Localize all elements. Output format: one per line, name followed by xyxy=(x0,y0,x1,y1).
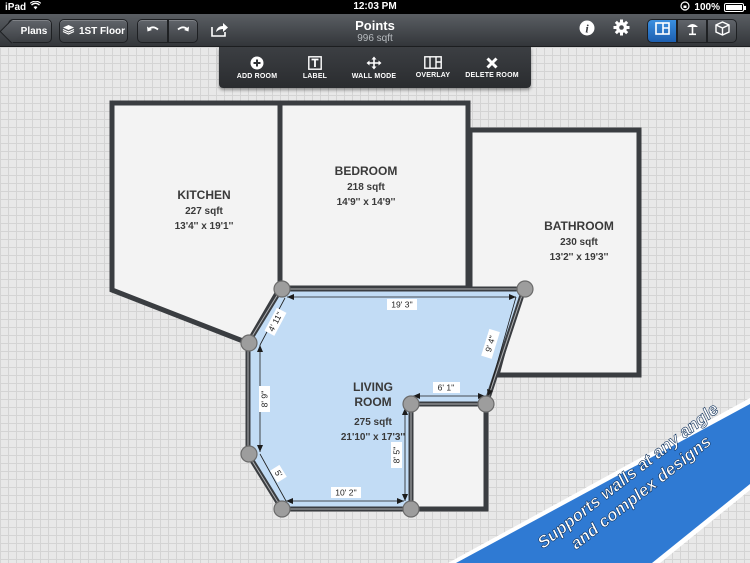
bathroom-area: 230 sqft xyxy=(560,237,598,248)
dim-label-inner-top-group: 6' 1'' xyxy=(433,382,460,393)
dim-label-inner-top: 6' 1'' xyxy=(438,382,455,392)
vertex-handle[interactable] xyxy=(240,334,258,352)
vertex-handle[interactable] xyxy=(402,395,420,413)
overlay-icon xyxy=(424,56,442,69)
overlay-label: OVERLAY xyxy=(415,72,451,79)
kitchen-name: KITCHEN xyxy=(177,188,230,202)
plan-title-block: Points 996 sqft xyxy=(0,18,750,44)
kitchen-dims: 13'4'' x 19'1'' xyxy=(175,221,234,232)
closet-room[interactable] xyxy=(408,401,489,512)
gear-icon xyxy=(613,19,630,41)
dim-label-top: 19' 3'' xyxy=(391,299,413,309)
floor-plan-drawing: 19' 3'' 9' 4'' 6' 1'' 8' 5'' 10' 2'' 8' … xyxy=(109,100,642,518)
bedroom-room[interactable] xyxy=(277,100,471,291)
bedroom-name: BEDROOM xyxy=(335,164,398,178)
close-icon xyxy=(486,56,498,69)
kitchen-area: 227 sqft xyxy=(185,206,223,217)
status-bar: iPad 12:03 PM 100% xyxy=(0,0,750,14)
label-button-label: LABEL xyxy=(302,72,328,80)
label-button[interactable]: LABEL xyxy=(289,47,341,88)
plan-area-subtitle: 996 sqft xyxy=(357,33,393,44)
vertex-handle[interactable] xyxy=(516,280,534,298)
dim-label-top-group: 19' 3'' xyxy=(387,299,417,310)
overlay-button[interactable]: OVERLAY xyxy=(407,47,459,88)
bedroom-dims: 14'9'' x 14'9'' xyxy=(337,197,396,208)
info-button[interactable]: i xyxy=(578,20,596,41)
vertex-handle[interactable] xyxy=(273,500,291,518)
clock: 12:03 PM xyxy=(353,1,397,12)
dim-label-left-group: 8' 9'' xyxy=(259,386,270,412)
wall-mode-button[interactable]: WALL MODE xyxy=(345,47,403,88)
text-label-icon xyxy=(308,55,322,70)
floor-plan-view-icon xyxy=(654,22,670,40)
plans-back-button[interactable]: Plans xyxy=(8,19,52,43)
furniture-view-icon xyxy=(685,21,700,41)
delete-room-button[interactable]: DELETE ROOM xyxy=(461,47,523,88)
furniture-view-button[interactable] xyxy=(677,19,707,43)
plans-back-label: Plans xyxy=(20,25,48,37)
vertex-handle[interactable] xyxy=(477,395,495,413)
floor-plan-view-button[interactable] xyxy=(647,19,677,43)
dim-label-inner-vertical: 8' 5'' xyxy=(391,446,401,463)
living-room-name-line1: LIVING xyxy=(353,380,393,394)
dim-label-left: 8' 9'' xyxy=(259,390,269,407)
3d-view-icon xyxy=(714,21,730,41)
vertex-handle[interactable] xyxy=(273,280,291,298)
wall-mode-label: WALL MODE xyxy=(351,72,397,80)
rotation-lock-icon xyxy=(680,1,691,14)
bathroom-name: BATHROOM xyxy=(544,219,614,233)
battery-icon xyxy=(724,3,746,12)
living-room-dims: 21'10'' x 17'3'' xyxy=(341,432,405,443)
floor-plan-canvas[interactable]: 19' 3'' 9' 4'' 6' 1'' 8' 5'' 10' 2'' 8' … xyxy=(0,47,750,563)
living-room-name-line2: ROOM xyxy=(354,395,391,409)
bathroom-dims: 13'2'' x 19'3'' xyxy=(550,252,609,263)
battery-percentage: 100% xyxy=(694,2,720,13)
move-arrows-icon xyxy=(366,56,382,69)
3d-view-button[interactable] xyxy=(707,19,737,43)
info-icon: i xyxy=(579,20,595,41)
add-room-label: ADD ROOM xyxy=(236,72,278,80)
living-room-area: 275 sqft xyxy=(354,417,392,428)
view-mode-segmented-control xyxy=(647,19,737,43)
dim-label-inner-vertical-group: 8' 5'' xyxy=(391,442,402,468)
dim-label-bottom-group: 10' 2'' xyxy=(331,487,361,498)
vertex-handle[interactable] xyxy=(402,500,420,518)
delete-room-label: DELETE ROOM xyxy=(465,71,519,79)
add-room-button[interactable]: ADD ROOM xyxy=(225,47,289,88)
settings-button[interactable] xyxy=(612,19,630,41)
add-icon xyxy=(250,56,264,69)
dim-label-bottom: 10' 2'' xyxy=(335,487,357,497)
bedroom-area: 218 sqft xyxy=(347,182,385,193)
vertex-handle[interactable] xyxy=(240,445,258,463)
plan-title: Points xyxy=(355,18,395,33)
edit-toolbar: ADD ROOM LABEL WALL MODE OVERLAY DELETE … xyxy=(219,47,531,88)
